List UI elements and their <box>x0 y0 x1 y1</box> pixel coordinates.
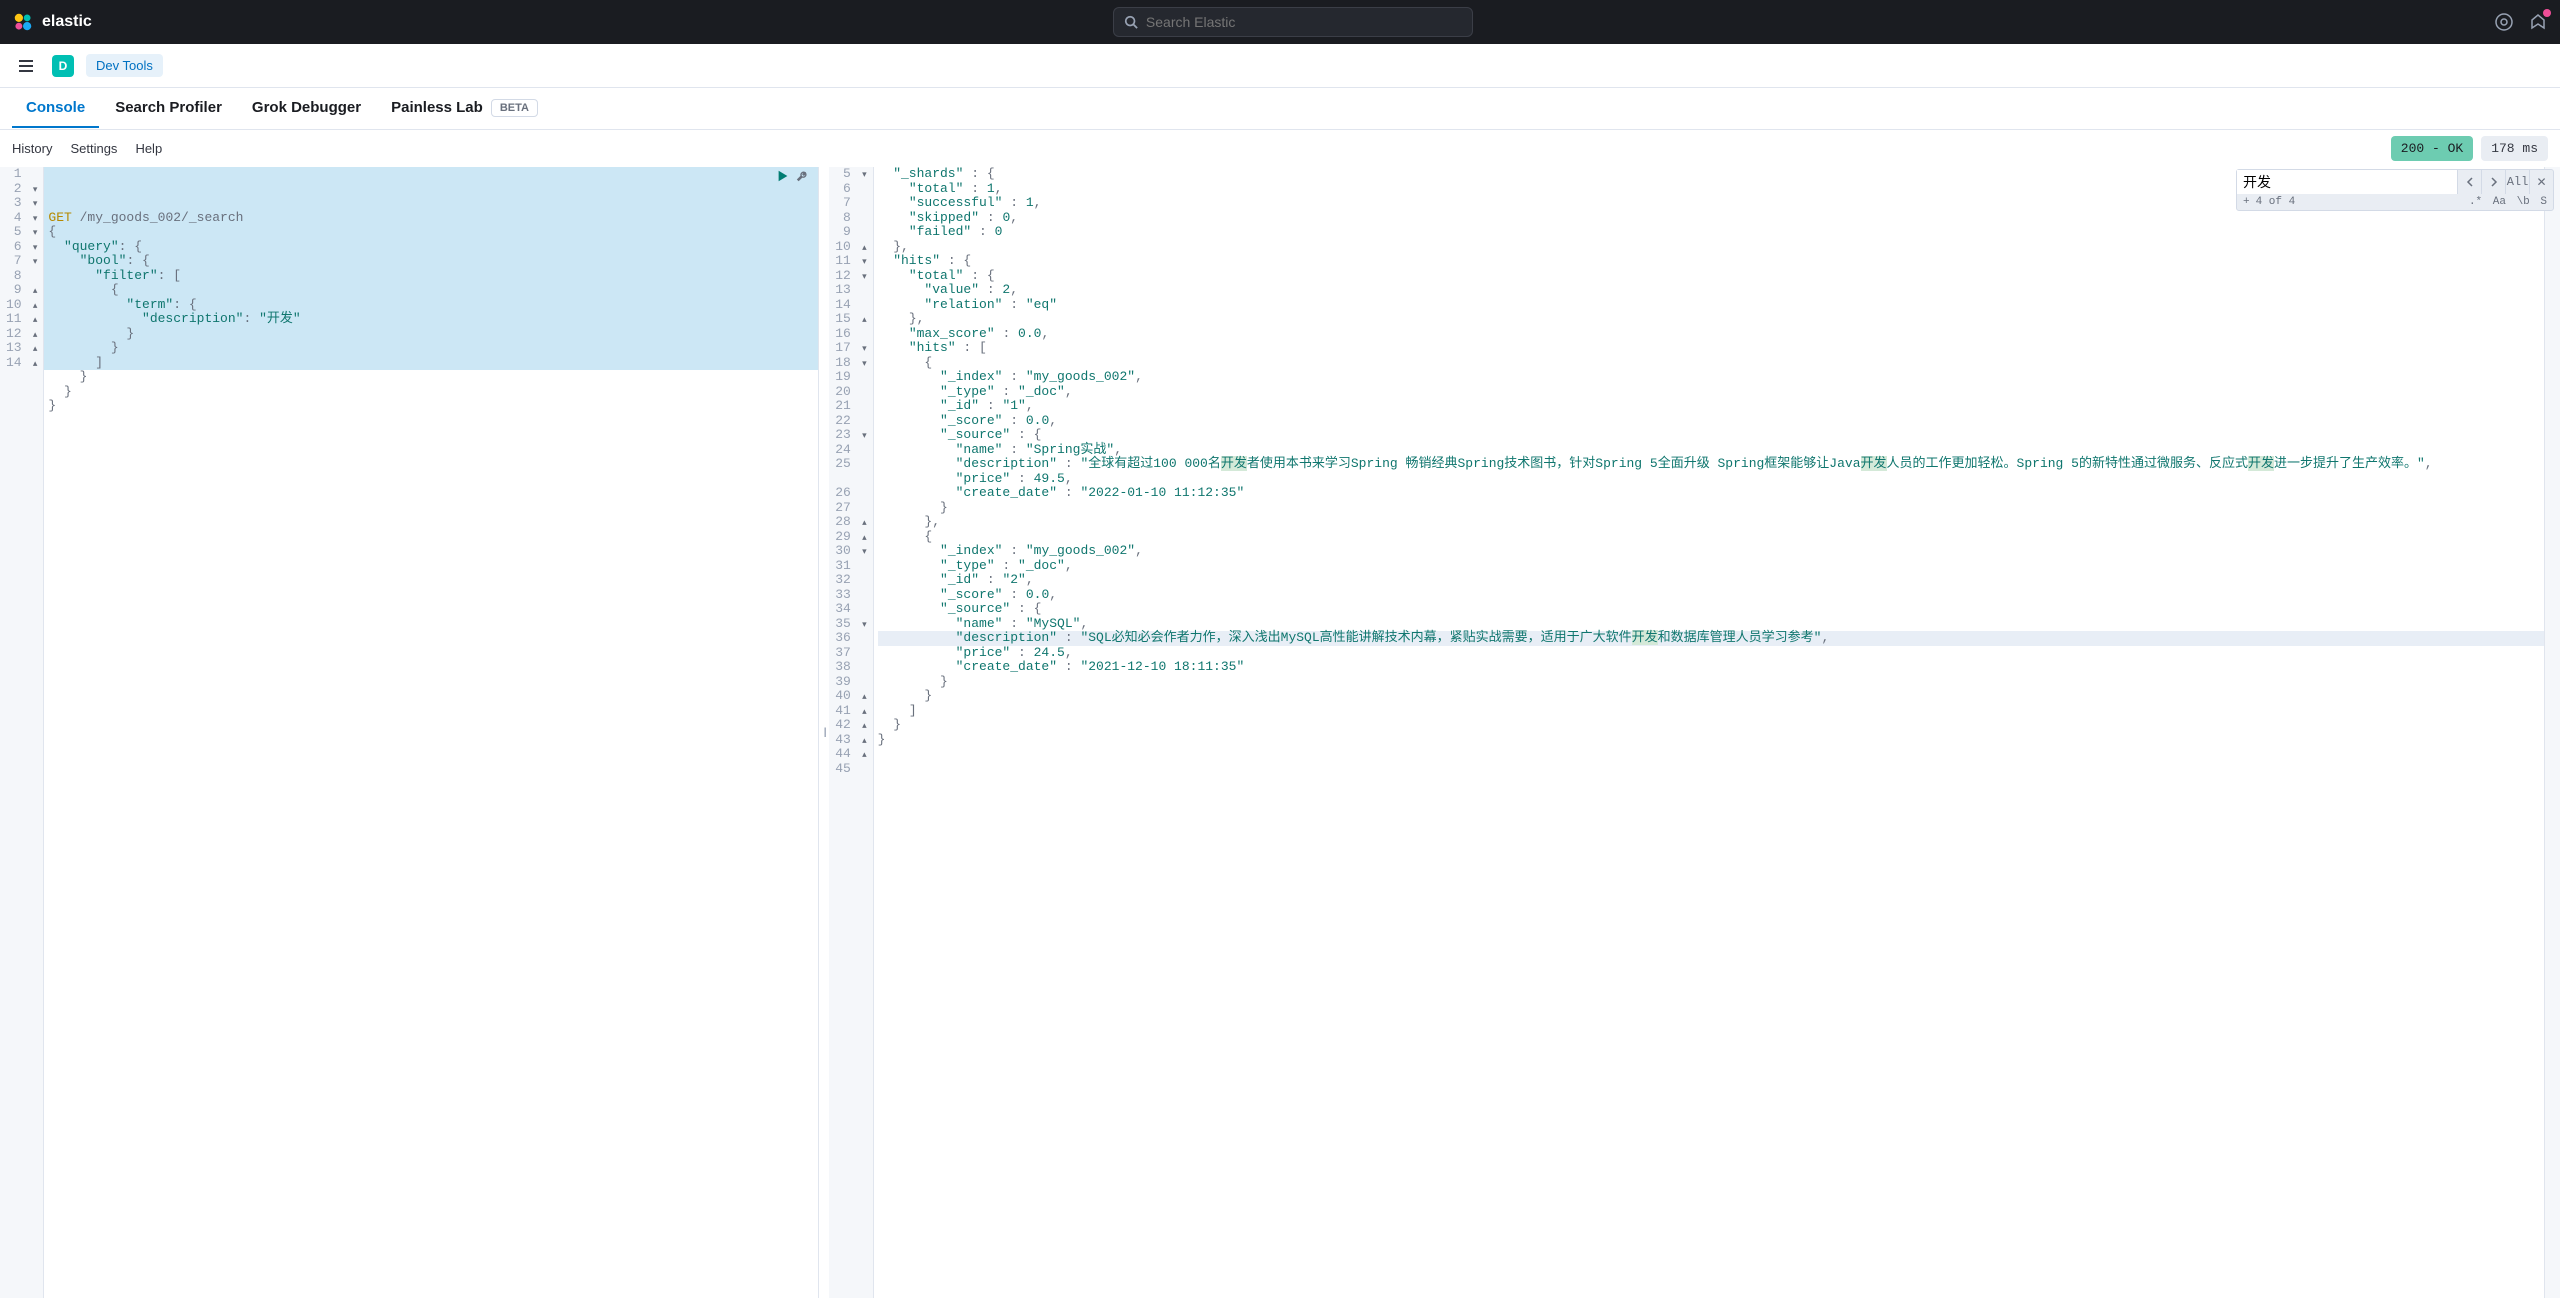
hamburger-icon <box>17 57 35 75</box>
notifications-icon[interactable] <box>2528 12 2548 32</box>
find-input[interactable] <box>2237 170 2457 194</box>
elastic-logo-icon <box>12 11 34 33</box>
tab-grok-debugger[interactable]: Grok Debugger <box>238 89 375 128</box>
notification-badge <box>2543 9 2551 17</box>
app-header: elastic <box>0 0 2560 44</box>
find-case-option[interactable]: Aa <box>2493 196 2506 208</box>
global-search-input[interactable] <box>1146 14 1462 30</box>
response-editor[interactable]: All ✕ + 4 of 4 .* Aa \b S 5 ▾6 7 8 9 10 … <box>829 167 2560 1298</box>
find-replace-toggle[interactable]: + <box>2243 196 2250 208</box>
settings-link[interactable]: Settings <box>70 141 117 156</box>
find-regex-option[interactable]: .* <box>2469 196 2482 208</box>
chevron-left-icon <box>2465 177 2475 187</box>
global-search[interactable] <box>1113 7 1473 37</box>
find-counter: 4 of 4 <box>2256 196 2459 208</box>
scrollbar[interactable] <box>2544 167 2560 1298</box>
tab-painless-lab-label: Painless Lab <box>391 99 483 116</box>
history-link[interactable]: History <box>12 141 52 156</box>
request-editor[interactable]: 1 2 ▾3 ▾4 ▾5 ▾6 ▾7 ▾8 9 ▴10 ▴11 ▴12 ▴13 … <box>0 167 819 1298</box>
console-toolbar: History Settings Help 200 - OK 178 ms <box>0 130 2560 167</box>
find-close-button[interactable]: ✕ <box>2529 170 2553 194</box>
devtools-breadcrumb[interactable]: Dev Tools <box>86 54 163 77</box>
response-status: 200 - OK <box>2391 136 2473 161</box>
chevron-right-icon <box>2489 177 2499 187</box>
find-all-button[interactable]: All <box>2505 170 2529 194</box>
find-panel: All ✕ + 4 of 4 .* Aa \b S <box>2236 169 2554 211</box>
search-icon <box>1124 15 1138 29</box>
response-time: 178 ms <box>2481 136 2548 161</box>
beta-badge: BETA <box>491 99 538 117</box>
tab-console[interactable]: Console <box>12 89 99 128</box>
nav-menu-button[interactable] <box>12 52 40 80</box>
help-icon[interactable] <box>2494 12 2514 32</box>
wrench-icon[interactable] <box>796 169 810 186</box>
devtools-tabs: Console Search Profiler Grok Debugger Pa… <box>0 88 2560 130</box>
find-next-button[interactable] <box>2481 170 2505 194</box>
subheader: D Dev Tools <box>0 44 2560 88</box>
find-word-option[interactable]: \b <box>2517 196 2530 208</box>
find-s-option[interactable]: S <box>2540 196 2547 208</box>
send-request-icon[interactable] <box>776 169 790 186</box>
tab-painless-lab[interactable]: Painless Lab BETA <box>377 89 552 129</box>
editor-container: 1 2 ▾3 ▾4 ▾5 ▾6 ▾7 ▾8 9 ▴10 ▴11 ▴12 ▴13 … <box>0 167 2560 1298</box>
brand-logo[interactable]: elastic <box>12 11 92 33</box>
help-link[interactable]: Help <box>135 141 162 156</box>
brand-text: elastic <box>42 13 92 31</box>
splitter-handle-icon: || <box>824 727 825 738</box>
find-prev-button[interactable] <box>2457 170 2481 194</box>
pane-splitter[interactable]: || <box>819 167 829 1298</box>
tab-search-profiler[interactable]: Search Profiler <box>101 89 236 128</box>
space-avatar[interactable]: D <box>52 55 74 77</box>
